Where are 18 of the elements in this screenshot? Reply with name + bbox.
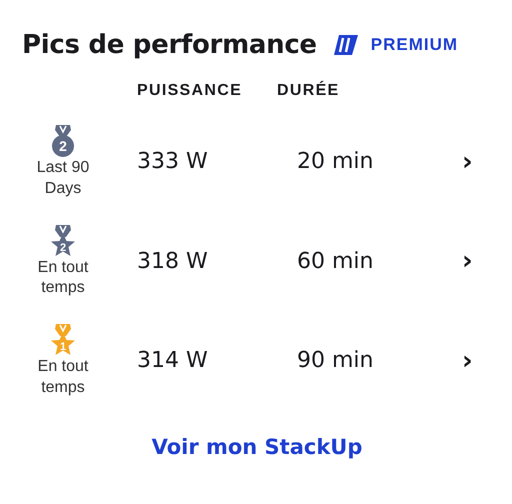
power-value: 333 W — [136, 149, 209, 174]
chevron-button[interactable]: › — [462, 146, 473, 177]
period-label: En tout temps — [36, 357, 90, 398]
duration-value: 20 min — [296, 149, 374, 174]
premium-logo-icon — [332, 33, 359, 57]
power-value: 318 W — [136, 248, 209, 274]
column-header: PUISSANCE — [136, 82, 244, 100]
period-label: En tout temps — [36, 258, 90, 298]
duration-value: 90 min — [296, 348, 374, 374]
duration-value: 60 min — [296, 248, 374, 274]
chevron-button[interactable]: › — [462, 246, 473, 276]
period-label: Last 90 Days — [36, 158, 90, 199]
power-value: 314 W — [136, 348, 209, 374]
chevron-button[interactable]: › — [462, 346, 473, 376]
stackup-link[interactable]: Voir mon StackUp — [152, 434, 362, 459]
premium-label: PREMIUM — [370, 35, 458, 55]
column-header: DURÉE — [277, 82, 341, 100]
section-title: Pics de performance — [22, 30, 317, 60]
